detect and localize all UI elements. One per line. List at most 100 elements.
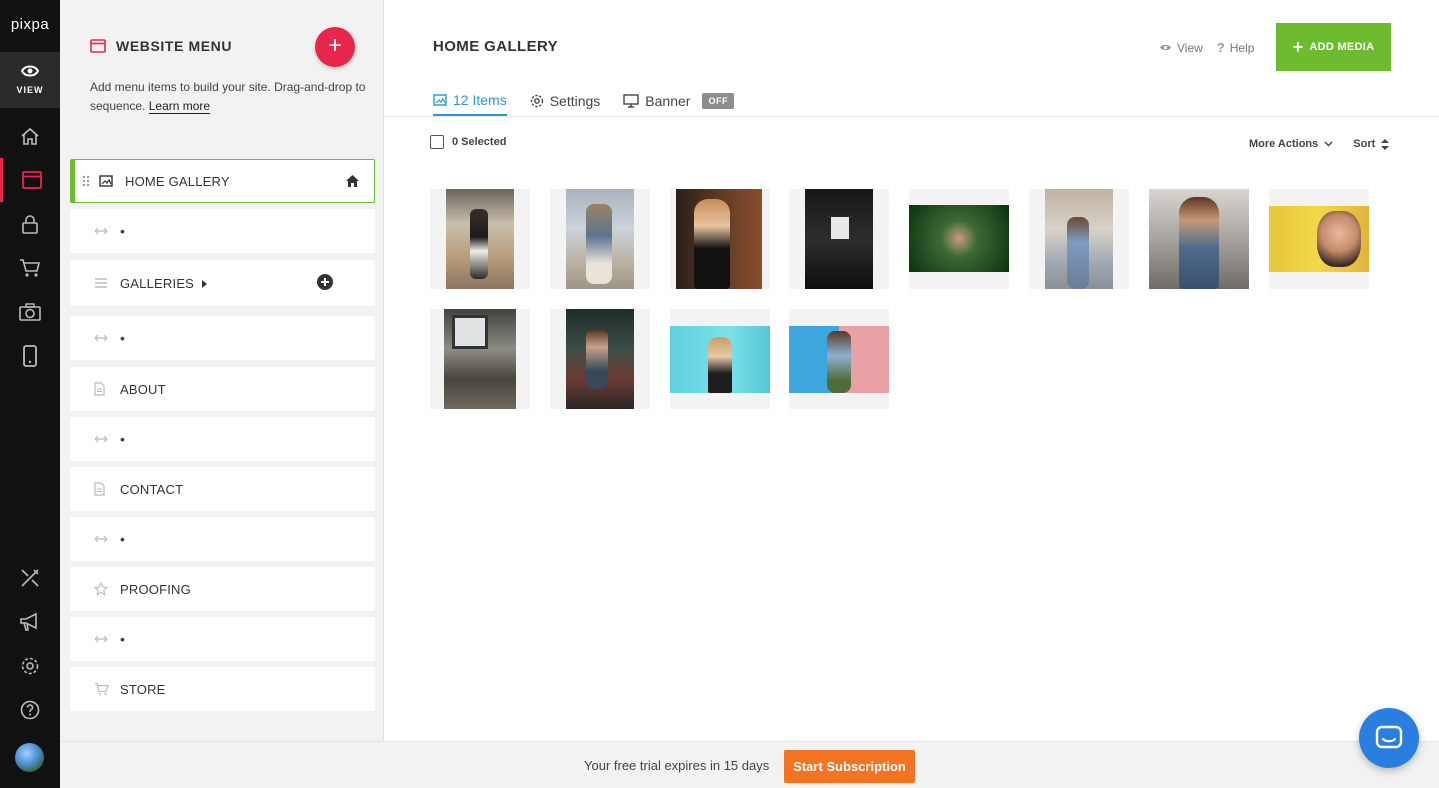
user-avatar[interactable] [15, 743, 44, 772]
chat-launcher[interactable] [1359, 708, 1419, 768]
plus-icon: + [1292, 37, 1304, 57]
add-media-button[interactable]: + ADD MEDIA [1276, 23, 1391, 71]
gallery-thumbnail[interactable] [550, 189, 650, 289]
photo-subject [586, 329, 608, 389]
cart-icon [95, 682, 109, 695]
banner-status-badge[interactable]: OFF [702, 93, 734, 109]
top-links: View ? Help [1159, 40, 1254, 55]
image-icon [99, 175, 113, 187]
rail-camera[interactable] [0, 290, 60, 334]
menu-item-label: • [120, 531, 126, 547]
start-subscription-button[interactable]: Start Subscription [784, 750, 915, 783]
menu-item-label: STORE [120, 681, 166, 697]
tab-items[interactable]: 12 Items [433, 86, 507, 116]
gallery-thumbnail[interactable] [430, 309, 530, 409]
header-divider [385, 116, 1439, 117]
menu-item-label: GALLERIES [120, 275, 208, 291]
menu-item-label: PROOFING [120, 581, 191, 597]
camera-icon [19, 303, 41, 321]
gallery-thumbnail[interactable] [789, 309, 889, 409]
gear-icon [530, 94, 543, 108]
view-site-button[interactable]: VIEW [0, 52, 60, 108]
more-actions-dropdown[interactable]: More Actions [1249, 138, 1333, 150]
cart-icon [20, 259, 41, 277]
gallery-thumbnail[interactable] [670, 309, 770, 409]
tab-banner[interactable]: Banner OFF [623, 86, 734, 116]
tab-label: 12 Items [453, 92, 507, 108]
select-all-checkbox[interactable] [430, 135, 444, 149]
website-menu-panel: WEBSITE MENU + Add menu items to build y… [60, 0, 384, 741]
page-title: HOME GALLERY [433, 38, 559, 55]
photo-subject [470, 209, 488, 279]
menu-item-spacer[interactable]: • [70, 617, 375, 661]
rail-cart[interactable] [0, 246, 60, 290]
view-link-label: View [1177, 40, 1203, 55]
drag-handle-icon[interactable] [82, 175, 90, 187]
rail-settings[interactable] [0, 644, 60, 688]
mobile-icon [23, 345, 37, 367]
expand-caret-icon[interactable] [202, 280, 208, 289]
help-link-label: Help [1229, 40, 1255, 55]
photo [909, 205, 1009, 272]
tools-icon [21, 569, 39, 587]
galleries-label: GALLERIES [120, 275, 195, 291]
gallery-thumbnail[interactable] [1269, 189, 1369, 289]
photo-subject [827, 331, 851, 393]
selection-bar: 0 Selected [430, 135, 506, 149]
gallery-thumbnail[interactable] [550, 309, 650, 409]
menu-item-home-gallery[interactable]: HOME GALLERY [70, 159, 375, 203]
menu-item-proofing[interactable]: PROOFING [70, 567, 375, 611]
menu-item-spacer[interactable]: • [70, 209, 375, 253]
gallery-thumbnail[interactable] [670, 189, 770, 289]
sort-dropdown[interactable]: Sort [1353, 138, 1390, 150]
help-link[interactable]: ? Help [1217, 40, 1255, 55]
panel-desc-text: Add menu items to build your site. Drag-… [90, 80, 366, 113]
gallery-thumbnail[interactable] [1029, 189, 1129, 289]
tab-label: Settings [549, 93, 601, 109]
home-icon [21, 127, 39, 145]
list-icon [95, 278, 107, 288]
help-icon [20, 700, 40, 720]
view-label: VIEW [16, 85, 44, 95]
photo-sign [831, 217, 849, 239]
add-media-label: ADD MEDIA [1309, 41, 1375, 53]
spacer-arrows-icon [94, 334, 108, 342]
star-icon [94, 582, 108, 596]
learn-more-link[interactable]: Learn more [148, 99, 211, 114]
panel-title: WEBSITE MENU [116, 38, 233, 54]
menu-item-spacer[interactable]: • [70, 417, 375, 461]
rail-website[interactable] [0, 158, 60, 202]
website-icon [21, 171, 42, 189]
megaphone-icon [20, 612, 37, 631]
menu-item-spacer[interactable]: • [70, 517, 375, 561]
rail-help[interactable] [0, 688, 60, 732]
gallery-thumbnail[interactable] [1149, 189, 1249, 289]
menu-item-label: • [120, 330, 126, 346]
rail-marketing[interactable] [0, 600, 60, 644]
gallery-thumbnail[interactable] [430, 189, 530, 289]
rail-lock[interactable] [0, 202, 60, 246]
rail-home[interactable] [0, 114, 60, 158]
menu-item-about[interactable]: ABOUT [70, 367, 375, 411]
menu-item-label: ABOUT [120, 381, 166, 397]
photo-subject [1317, 211, 1361, 267]
tab-settings[interactable]: Settings [530, 86, 601, 116]
menu-item-galleries[interactable]: GALLERIES [70, 260, 375, 306]
gallery-tabs: 12 Items Settings Banner OFF [433, 86, 757, 116]
gallery-thumbnail[interactable] [789, 189, 889, 289]
menu-item-label: • [120, 431, 126, 447]
add-menu-item-button[interactable]: + [315, 27, 355, 67]
menu-item-spacer[interactable]: • [70, 316, 375, 360]
view-link[interactable]: View [1159, 41, 1203, 55]
eye-icon [21, 65, 39, 77]
pixpa-logo[interactable]: pixpa [0, 16, 60, 33]
rail-mobile[interactable] [0, 334, 60, 378]
menu-item-contact[interactable]: CONTACT [70, 467, 375, 511]
add-gallery-icon[interactable] [317, 274, 333, 290]
rail-tools[interactable] [0, 556, 60, 600]
photo-subject [586, 204, 612, 284]
more-actions-label: More Actions [1249, 138, 1319, 150]
app-rail: pixpa VIEW [0, 0, 60, 788]
gallery-thumbnail[interactable] [909, 189, 1009, 289]
menu-item-store[interactable]: STORE [70, 667, 375, 711]
